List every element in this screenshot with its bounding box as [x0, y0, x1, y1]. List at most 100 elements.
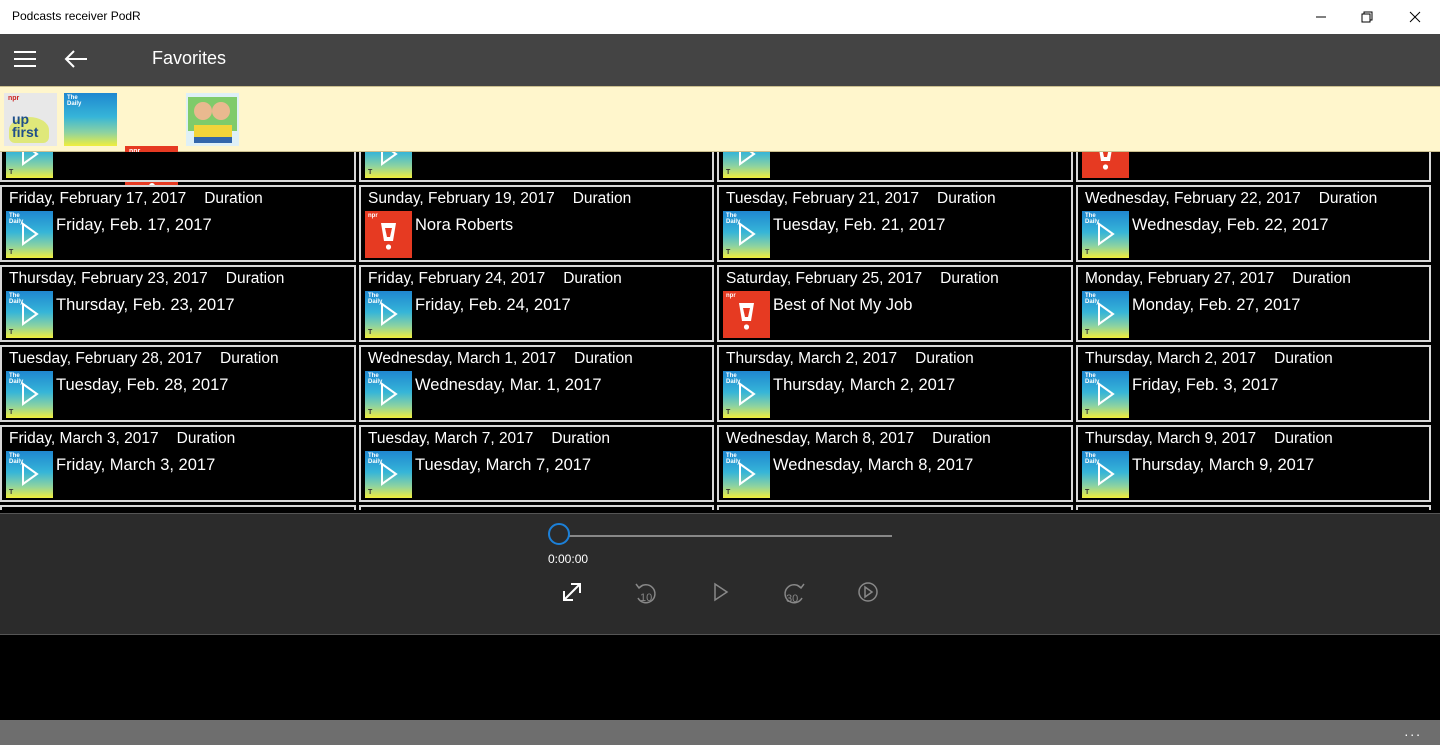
npr-episode-thumbnail[interactable]: npr [723, 291, 770, 338]
episode-date-line: Thursday, March 2, 2017 Duration [1085, 350, 1333, 368]
npr-logo-text: npr [8, 95, 20, 102]
favorite-up-first[interactable]: npr up first [4, 93, 57, 146]
episode-tile[interactable]: Tuesday, February 28, 2017 Duration The Da… [0, 345, 356, 422]
episode-title: Tuesday, Feb. 28, 2017 [56, 376, 229, 394]
episode-date-line: Friday, March 3, 2017 Duration [9, 430, 235, 448]
episode-date: Tuesday, March 7, 2017 [368, 430, 534, 447]
daily-episode-thumbnail[interactable]: The DailyT [365, 152, 412, 178]
play-icon [22, 382, 39, 406]
play-button[interactable] [704, 576, 736, 608]
episode-tile[interactable]: Wednesday, March 8, 2017 Duration The Dail… [717, 425, 1073, 502]
favorites-strip: npr up first The Daily npr [0, 86, 1440, 199]
episode-tile[interactable]: Thursday, February 23, 2017 Duration The D… [0, 265, 356, 342]
episode-tile[interactable]: The DailyT [717, 152, 1073, 182]
daily-episode-thumbnail[interactable]: The DailyT [6, 152, 53, 178]
episode-date-line: Saturday, February 25, 2017 Duration [726, 270, 999, 288]
daily-episode-thumbnail[interactable]: The DailyT [6, 211, 53, 258]
episode-duration-label: Duration [1318, 190, 1378, 207]
daily-episode-thumbnail[interactable]: The DailyT [365, 291, 412, 338]
favorite-the-daily[interactable]: The Daily [64, 93, 117, 146]
episode-tile[interactable] [717, 505, 1073, 510]
episode-tile[interactable]: Saturday, February 25, 2017 Duration npr Be… [717, 265, 1073, 342]
next-button[interactable] [852, 576, 884, 608]
episode-tile[interactable]: The DailyT [359, 152, 714, 182]
episode-date: Monday, February 27, 2017 [1085, 270, 1275, 287]
episode-date: Thursday, February 23, 2017 [9, 270, 208, 287]
daily-episode-thumbnail[interactable]: The DailyT [723, 371, 770, 418]
episode-tile[interactable]: Tuesday, March 7, 2017 Duration The Daily T… [359, 425, 714, 502]
episode-date: Tuesday, February 21, 2017 [726, 190, 920, 207]
daily-episode-thumbnail[interactable]: The DailyT [723, 152, 770, 178]
episode-date-line: Tuesday, March 7, 2017 Duration [368, 430, 610, 448]
episode-title: Wednesday, Mar. 1, 2017 [415, 376, 602, 394]
favorite-comedy-podcast[interactable] [186, 93, 239, 146]
episode-date-line: Thursday, March 9, 2017 Duration [1085, 430, 1333, 448]
rewind-10-button[interactable]: 10 [630, 576, 662, 608]
daily-episode-thumbnail[interactable]: The DailyT [1082, 371, 1129, 418]
npr-episode-thumbnail[interactable]: npr [365, 211, 412, 258]
play-icon [381, 382, 398, 406]
daily-episode-thumbnail[interactable]: The DailyT [6, 371, 53, 418]
restore-button[interactable] [1344, 0, 1390, 34]
episode-tile[interactable]: Tuesday, February 21, 2017 Duration The Da… [717, 185, 1073, 262]
episode-date: Wednesday, February 22, 2017 [1085, 190, 1301, 207]
play-icon [739, 382, 756, 406]
seek-thumb[interactable] [548, 523, 570, 545]
seek-track[interactable] [560, 535, 892, 537]
episode-tile[interactable]: Thursday, March 9, 2017 Duration The Daily… [1076, 425, 1431, 502]
episode-duration-label: Duration [1274, 350, 1333, 367]
episode-duration-label: Duration [932, 430, 991, 447]
episode-tile[interactable]: Thursday, March 2, 2017 Duration The Daily… [717, 345, 1073, 422]
fullscreen-button[interactable] [556, 576, 588, 608]
episode-duration-label: Duration [1274, 430, 1333, 447]
episode-tile[interactable] [359, 505, 714, 510]
episode-tile[interactable]: Friday, February 17, 2017 Duration The Dai… [0, 185, 356, 262]
episode-date-line: Friday, February 24, 2017 Duration [368, 270, 622, 288]
daily-episode-thumbnail[interactable]: The DailyT [365, 371, 412, 418]
menu-button[interactable] [14, 51, 36, 69]
episode-title: Wednesday, Feb. 22, 2017 [1132, 216, 1329, 234]
episode-title: Friday, Feb. 17, 2017 [56, 216, 212, 234]
daily-episode-thumbnail[interactable]: The DailyT [1082, 291, 1129, 338]
daily-episode-thumbnail[interactable]: The DailyT [1082, 451, 1129, 498]
daily-episode-thumbnail[interactable]: The DailyT [6, 451, 53, 498]
episode-tile[interactable]: Sunday, February 19, 2017 Duration npr Nora… [359, 185, 714, 262]
daily-episode-thumbnail[interactable]: The DailyT [723, 211, 770, 258]
daily-episode-thumbnail[interactable]: The DailyT [1082, 211, 1129, 258]
episode-date-line: Tuesday, February 21, 2017 Duration [726, 190, 996, 208]
window-title: Podcasts receiver PodR [12, 9, 141, 23]
minimize-button[interactable] [1298, 0, 1344, 34]
episode-title: Monday, Feb. 27, 2017 [1132, 296, 1301, 314]
restore-icon [1361, 11, 1373, 23]
episode-tile[interactable] [0, 505, 356, 510]
episode-tile[interactable]: Friday, February 24, 2017 Duration The Dai… [359, 265, 714, 342]
episode-duration-label: Duration [574, 350, 633, 367]
forward-30-button[interactable]: 30 [778, 576, 810, 608]
daily-episode-thumbnail[interactable]: The DailyT [6, 291, 53, 338]
fullscreen-icon [563, 583, 581, 601]
npr-episode-thumbnail[interactable]: npr [1082, 152, 1129, 178]
episode-tile[interactable]: Wednesday, February 22, 2017 Duration The … [1076, 185, 1431, 262]
episode-title: Thursday, March 2, 2017 [773, 376, 956, 394]
episode-duration-label: Duration [572, 190, 632, 207]
episode-title: Tuesday, March 7, 2017 [415, 456, 592, 474]
episode-title: Friday, Feb. 24, 2017 [415, 296, 571, 314]
episode-tile[interactable]: Monday, February 27, 2017 Duration The Dai… [1076, 265, 1431, 342]
back-button[interactable] [62, 44, 92, 74]
next-icon [858, 582, 878, 602]
play-icon [22, 302, 39, 326]
episode-tile[interactable]: Wednesday, March 1, 2017 Duration The Dail… [359, 345, 714, 422]
close-button[interactable] [1392, 0, 1438, 34]
episode-tile[interactable]: The DailyT [0, 152, 356, 182]
episode-title: Tuesday, Feb. 21, 2017 [773, 216, 946, 234]
more-options-button[interactable]: ... [1404, 723, 1422, 739]
daily-episode-thumbnail[interactable]: The DailyT [365, 451, 412, 498]
daily-episode-thumbnail[interactable]: The DailyT [723, 451, 770, 498]
episode-tile[interactable]: Friday, March 3, 2017 Duration The Daily T F… [0, 425, 356, 502]
episode-tile[interactable]: nprRoberts [1076, 152, 1431, 182]
play-icon [381, 302, 398, 326]
bottom-app-bar: ... [0, 720, 1440, 745]
episode-tile[interactable] [1076, 505, 1431, 510]
episode-date-line: Friday, February 17, 2017 Duration [9, 190, 263, 208]
episode-tile[interactable]: Thursday, March 2, 2017 Duration The Daily… [1076, 345, 1431, 422]
